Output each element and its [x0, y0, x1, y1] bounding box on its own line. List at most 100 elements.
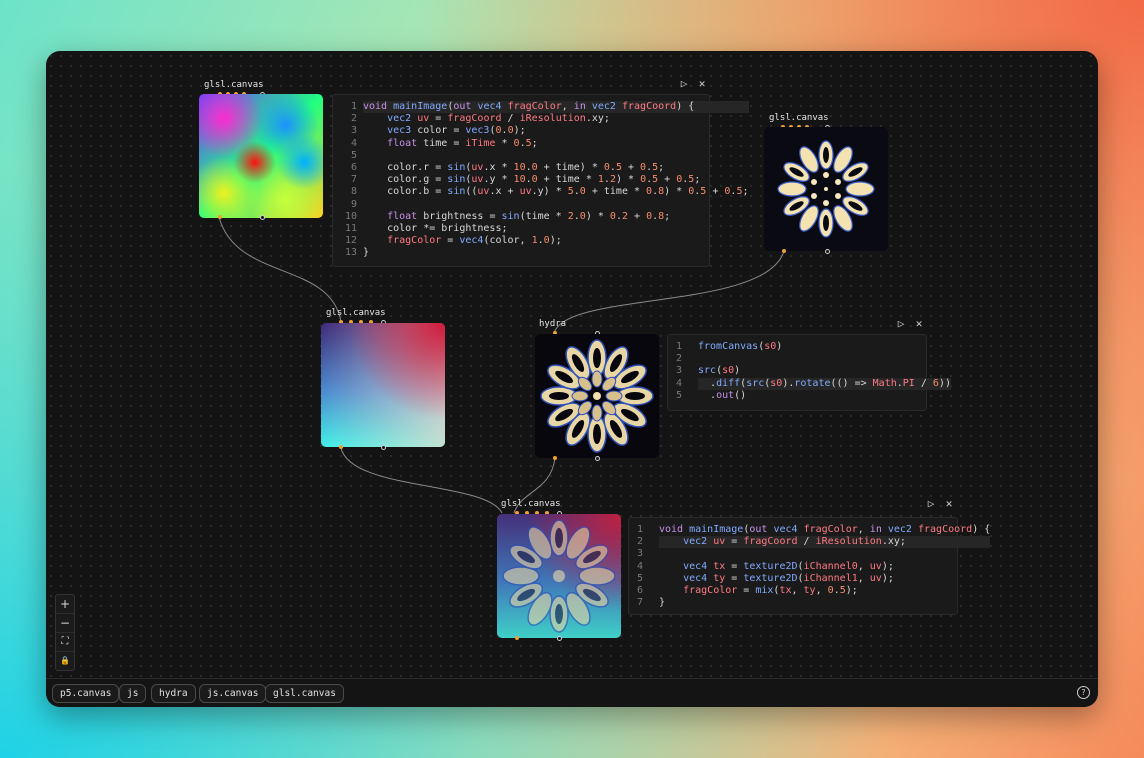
- code-line[interactable]: [659, 548, 990, 560]
- run-icon[interactable]: ▷: [895, 318, 907, 330]
- code-lines[interactable]: fromCanvas(s0) src(s0) .diff(src(s0).rot…: [698, 335, 951, 402]
- code-editor-glsl-mix[interactable]: 1234567 void mainImage(out vec4 fragColo…: [628, 517, 958, 615]
- line-number: 11: [333, 223, 357, 235]
- line-number: 2: [333, 113, 357, 125]
- line-number: 4: [333, 138, 357, 150]
- code-line[interactable]: color.g = sin(uv.y * 10.0 + time * 1.2) …: [363, 174, 749, 186]
- canvas-preview: [199, 94, 323, 218]
- run-icon[interactable]: ▷: [678, 78, 690, 90]
- line-number: 4: [629, 561, 643, 573]
- run-icon[interactable]: ▷: [925, 498, 937, 510]
- code-line[interactable]: vec2 uv = fragCoord / iResolution.xy;: [659, 536, 990, 548]
- line-number: 9: [333, 199, 357, 211]
- code-line[interactable]: src(s0): [698, 365, 951, 377]
- wire-n1-to-n3: [219, 217, 341, 322]
- line-number: 5: [333, 150, 357, 162]
- code-line[interactable]: fragColor = mix(tx, ty, 0.5);: [659, 585, 990, 597]
- code-line[interactable]: vec2 uv = fragCoord / iResolution.xy;: [363, 113, 749, 125]
- line-numbers: 12345678910111213: [333, 95, 357, 259]
- code-line[interactable]: vec3 color = vec3(0.0);: [363, 125, 749, 137]
- code-line[interactable]: float brightness = sin(time * 2.0) * 0.2…: [363, 211, 749, 223]
- outlet-port[interactable]: [553, 456, 557, 460]
- code-line[interactable]: }: [659, 597, 990, 609]
- chip-js[interactable]: js: [119, 684, 146, 703]
- object-palette-bar: p5.canvas js hydra js.canvas glsl.canvas…: [46, 678, 1098, 707]
- code-line[interactable]: float time = iTime * 0.5;: [363, 138, 749, 150]
- code-editor-glsl-1[interactable]: 12345678910111213 void mainImage(out vec…: [332, 94, 710, 267]
- close-icon[interactable]: ✕: [943, 498, 955, 510]
- node-title: glsl.canvas: [326, 308, 386, 318]
- code-line[interactable]: .diff(src(s0).rotate(() => Math.PI / 6)): [698, 378, 951, 390]
- code-line[interactable]: [363, 150, 749, 162]
- fit-view-button[interactable]: ⛶: [56, 633, 74, 652]
- wire-n3-to-n5: [341, 448, 502, 513]
- line-number: 10: [333, 211, 357, 223]
- code-line[interactable]: [698, 353, 951, 365]
- line-number: 6: [629, 585, 643, 597]
- line-numbers: 1234567: [629, 518, 643, 609]
- code-line[interactable]: void mainImage(out vec4 fragColor, in ve…: [659, 524, 990, 536]
- line-number: 5: [668, 390, 682, 402]
- code-line[interactable]: fromCanvas(s0): [698, 341, 951, 353]
- code-line[interactable]: fragColor = vec4(color, 1.0);: [363, 235, 749, 247]
- chip-hydra[interactable]: hydra: [151, 684, 196, 703]
- line-number: 3: [668, 365, 682, 377]
- code-line[interactable]: color *= brightness;: [363, 223, 749, 235]
- patch-canvas[interactable]: glsl.canvas ▷ ✕ 12345678910111213 void m…: [46, 51, 1098, 707]
- outlet-port[interactable]: [557, 636, 562, 641]
- line-number: 3: [629, 548, 643, 560]
- code-line[interactable]: void mainImage(out vec4 fragColor, in ve…: [363, 101, 749, 113]
- node-title: glsl.canvas: [204, 80, 264, 90]
- line-number: 13: [333, 247, 357, 259]
- node-title: hydra: [539, 319, 566, 329]
- line-number: 7: [629, 597, 643, 609]
- code-lines[interactable]: void mainImage(out vec4 fragColor, in ve…: [659, 518, 990, 609]
- chip-p5-canvas[interactable]: p5.canvas: [52, 684, 119, 703]
- code-line[interactable]: vec4 tx = texture2D(iChannel0, uv);: [659, 561, 990, 573]
- outlet-port[interactable]: [260, 215, 265, 220]
- code-line[interactable]: vec4 ty = texture2D(iChannel1, uv);: [659, 573, 990, 585]
- code-line[interactable]: color.b = sin((uv.x + uv.y) * 5.0 + time…: [363, 186, 749, 198]
- canvas-preview: [764, 127, 888, 251]
- line-number: 6: [333, 162, 357, 174]
- line-number: 5: [629, 573, 643, 585]
- outlet-port[interactable]: [381, 445, 386, 450]
- line-number: 1: [668, 341, 682, 353]
- chip-glsl-canvas[interactable]: glsl.canvas: [265, 684, 344, 703]
- code-editor-hydra[interactable]: 12345 fromCanvas(s0) src(s0) .diff(src(s…: [667, 334, 927, 411]
- code-line[interactable]: .out(): [698, 390, 951, 402]
- outlet-port[interactable]: [218, 215, 222, 219]
- canvas-preview: [535, 334, 659, 458]
- code-line[interactable]: }: [363, 247, 749, 259]
- zoom-in-button[interactable]: +: [56, 595, 74, 614]
- zoom-out-button[interactable]: −: [56, 614, 74, 633]
- line-number: 7: [333, 174, 357, 186]
- lock-button[interactable]: 🔒: [56, 652, 74, 670]
- close-icon[interactable]: ✕: [913, 318, 925, 330]
- outlet-port[interactable]: [595, 456, 600, 461]
- line-number: 4: [668, 378, 682, 390]
- chip-js-canvas[interactable]: js.canvas: [199, 684, 266, 703]
- line-number: 1: [629, 524, 643, 536]
- line-number: 3: [333, 125, 357, 137]
- code-lines[interactable]: void mainImage(out vec4 fragColor, in ve…: [363, 95, 749, 259]
- line-number: 1: [333, 101, 357, 113]
- outlet-port[interactable]: [515, 636, 519, 640]
- help-icon[interactable]: ?: [1077, 686, 1090, 699]
- line-numbers: 12345: [668, 335, 682, 402]
- node-title: glsl.canvas: [501, 499, 561, 509]
- outlet-port[interactable]: [825, 249, 830, 254]
- line-number: 2: [629, 536, 643, 548]
- line-number: 8: [333, 186, 357, 198]
- canvas-preview: [321, 323, 445, 447]
- zoom-controls: + − ⛶ 🔒: [55, 594, 75, 671]
- close-icon[interactable]: ✕: [696, 78, 708, 90]
- outlet-port[interactable]: [782, 249, 786, 253]
- line-number: 12: [333, 235, 357, 247]
- canvas-preview: [497, 514, 621, 638]
- code-line[interactable]: color.r = sin(uv.x * 10.0 + time) * 0.5 …: [363, 162, 749, 174]
- line-number: 2: [668, 353, 682, 365]
- outlet-port[interactable]: [339, 445, 343, 449]
- code-line[interactable]: [363, 199, 749, 211]
- node-title: glsl.canvas: [769, 113, 829, 123]
